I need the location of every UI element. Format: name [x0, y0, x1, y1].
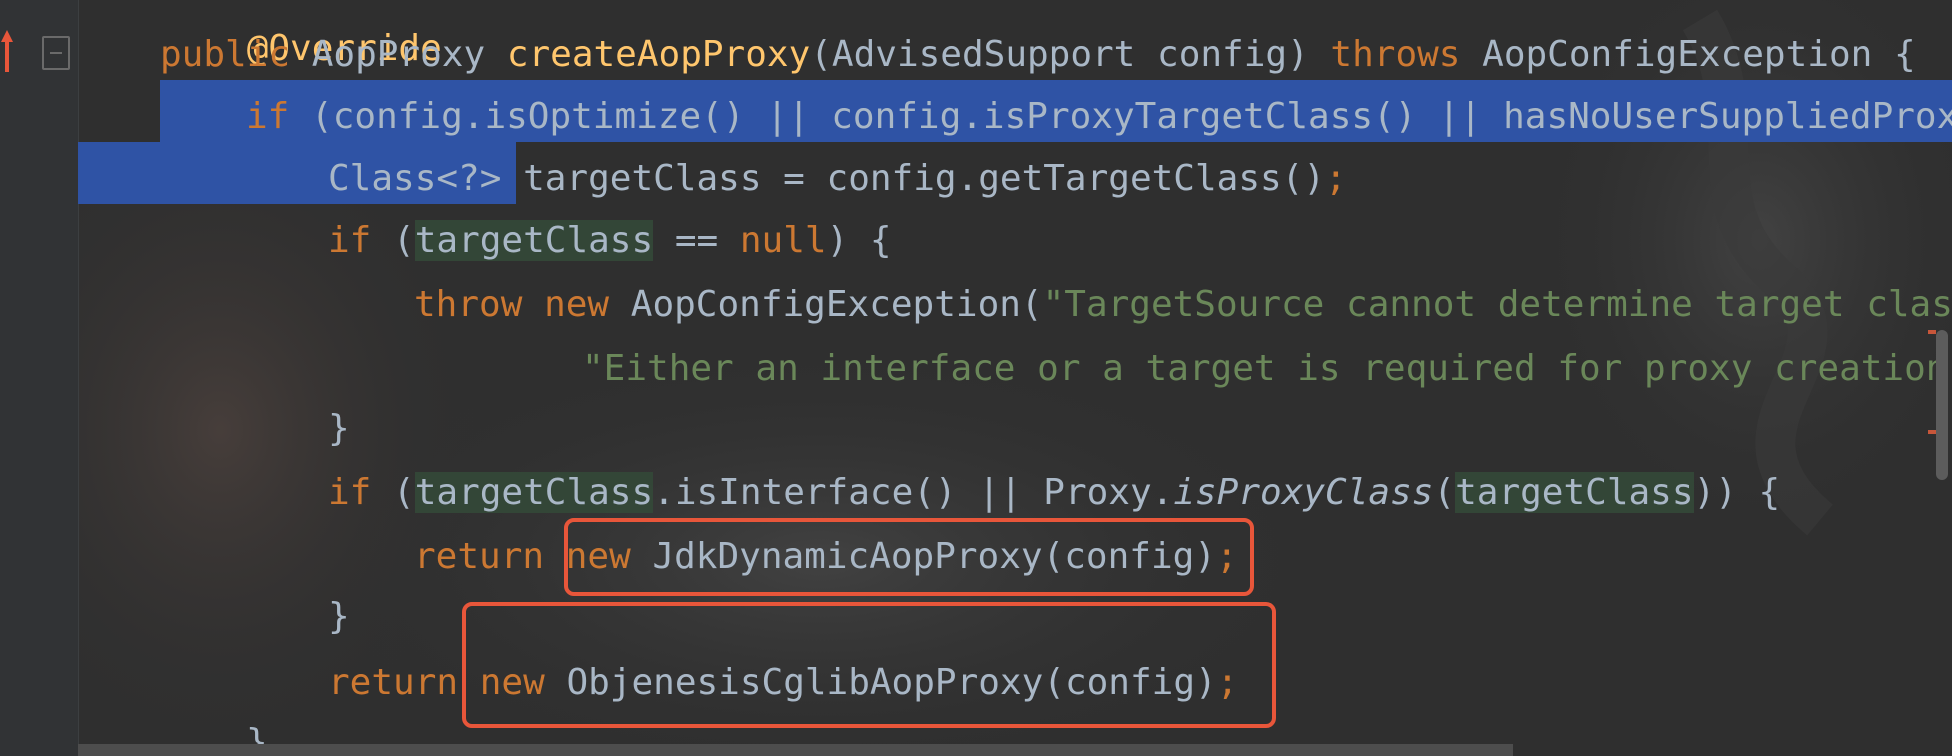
open-paren: ( — [393, 220, 415, 261]
code-line-method-signature[interactable]: public AopProxy createAopProxy(AdvisedSu… — [160, 24, 1916, 86]
assignment-expr: = config.getTargetClass() — [761, 158, 1326, 199]
brace: } — [328, 596, 350, 637]
code-line-close-brace[interactable]: } — [328, 398, 350, 460]
close-paren-brace: ) { — [826, 220, 892, 261]
vertical-scrollbar[interactable] — [1936, 330, 1948, 480]
open-paren: ( — [393, 472, 415, 513]
keyword-if: if — [246, 96, 290, 137]
keyword-if: if — [328, 220, 372, 261]
code-line-if-optimize[interactable]: if (config.isOptimize() || config.isProx… — [246, 86, 1952, 148]
paren-open: ( — [1433, 472, 1456, 513]
code-line-string-continuation[interactable]: "Either an interface or a target is requ… — [582, 338, 1952, 400]
code-editor[interactable]: @Override public AopProxy createAopProxy… — [0, 0, 1952, 756]
code-line-annotation[interactable]: @Override — [160, 0, 442, 69]
keyword-if: if — [328, 472, 372, 513]
if-condition: (config.isOptimize() || config.isProxyTa… — [311, 96, 1952, 137]
code-line-if-interface[interactable]: if (targetClass.isInterface() || Proxy.i… — [328, 462, 1780, 524]
highlight-box-cglib — [462, 602, 1276, 728]
code-line-close-brace-2[interactable]: } — [328, 586, 350, 648]
variable-targetclass: targetClass — [523, 158, 762, 199]
string-literal-2: "Either an interface or a target is requ… — [582, 348, 1952, 389]
keyword-null: null — [739, 220, 827, 261]
error-stripe-marker[interactable] — [1928, 430, 1936, 434]
keyword-throw: throw — [414, 284, 523, 325]
code-line-target-class[interactable]: Class<?> targetClass = config.getTargetC… — [328, 148, 1347, 210]
keyword-return: return — [328, 662, 459, 703]
keyword-return: return — [414, 536, 545, 577]
variable-targetclass: targetClass — [414, 472, 654, 513]
class-wildcard-type: Class<?> — [328, 158, 524, 199]
keyword-throws: throws — [1330, 34, 1461, 75]
string-literal-1: "TargetSource cannot determine target cl… — [1042, 284, 1952, 325]
equals-operator: == — [653, 220, 740, 261]
code-line-throw[interactable]: throw new AopConfigException("TargetSour… — [414, 274, 1952, 336]
type-aopproxy: AopProxy — [311, 34, 486, 75]
override-arrow-icon[interactable] — [0, 26, 14, 76]
variable-targetclass-arg: targetClass — [1455, 472, 1694, 513]
keyword-public: public — [160, 34, 291, 75]
exception-constructor: AopConfigException( — [630, 284, 1043, 325]
method-params: (AdvisedSupport config) — [810, 34, 1331, 75]
is-proxy-class-method: isProxyClass — [1173, 472, 1434, 513]
keyword-new: new — [544, 284, 610, 325]
editor-gutter — [0, 0, 79, 756]
variable-targetclass: targetClass — [414, 220, 654, 261]
exception-type: AopConfigException { — [1482, 34, 1916, 75]
is-interface-call: .isInterface() || Proxy. — [653, 472, 1174, 513]
semicolon: ; — [1325, 158, 1347, 199]
method-name: createAopProxy — [506, 34, 811, 75]
highlight-box-jdk — [564, 518, 1254, 596]
code-line-if-null[interactable]: if (targetClass == null) { — [328, 210, 892, 272]
brace: } — [328, 408, 350, 449]
horizontal-scrollbar[interactable] — [78, 744, 1513, 756]
paren-close-brace: )) { — [1693, 472, 1781, 513]
error-stripe-marker[interactable] — [1928, 330, 1936, 334]
fold-marker-icon[interactable] — [42, 36, 70, 70]
